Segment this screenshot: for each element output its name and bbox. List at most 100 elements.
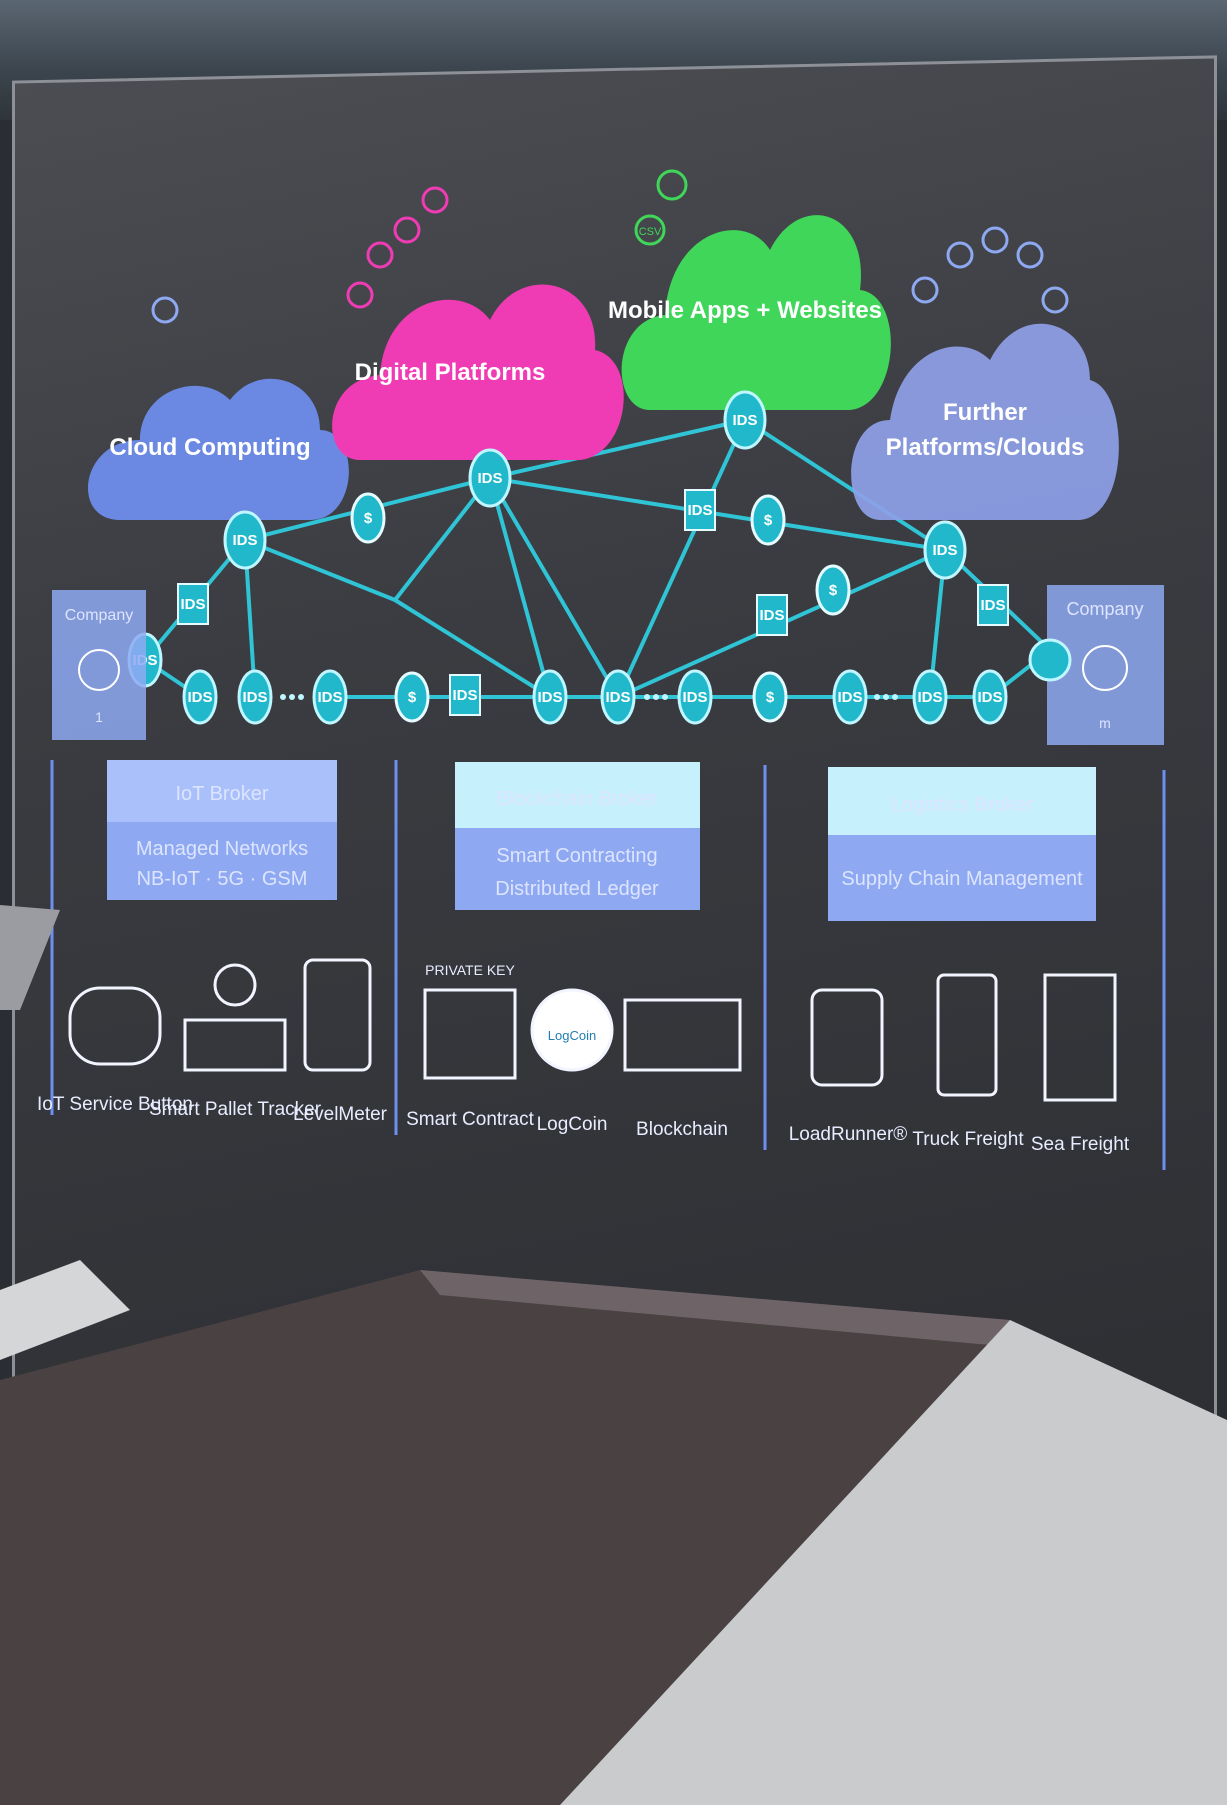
clipboard-icon (1016, 241, 1044, 269)
ids-node: IDS (723, 390, 767, 450)
blockchain-broker: Blockchain Broker Smart Contracting Dist… (455, 762, 700, 910)
cloud-computing-label: Cloud Computing (109, 434, 310, 461)
blockchain-broker-line2: Distributed Ledger (495, 878, 659, 900)
company-left: Company 1 (52, 590, 146, 740)
private-key-label: PRIVATE KEY (425, 962, 515, 978)
box-icon (946, 241, 974, 269)
truck-icon (346, 281, 374, 309)
logistics-broker: Logistics Broker Supply Chain Management (828, 767, 1096, 921)
svg-text:$: $ (829, 582, 838, 599)
ids-node: IDS (532, 669, 568, 725)
caption-logcoin: LogCoin (537, 1114, 608, 1135)
blockchain-broker-title: Blockchain Broker (496, 788, 658, 810)
logistics-broker-line1: Supply Chain Management (841, 868, 1083, 890)
document-node: IDS (756, 594, 788, 636)
ids-node: IDS (312, 669, 348, 725)
mobile-apps-label: Mobile Apps + Websites (608, 297, 882, 324)
user-icon (393, 216, 421, 244)
ids-node: IDS (972, 669, 1008, 725)
blockchain-broker-line1: Smart Contracting (496, 845, 657, 867)
ids-node: IDS (237, 669, 273, 725)
svg-text:IDS: IDS (682, 689, 707, 706)
logcoin-inner-text: LogCoin (548, 1028, 596, 1043)
company-left-label: Company (65, 607, 133, 624)
ids-node: IDS (223, 510, 267, 570)
ids-node: IDS (912, 669, 948, 725)
ids-node: IDS (468, 448, 512, 508)
digital-platforms-label: Digital Platforms (355, 359, 546, 386)
caption-truck-freight: Truck Freight (912, 1129, 1024, 1150)
ids-node: IDS (600, 669, 636, 725)
svg-text:IDS: IDS (932, 542, 957, 559)
svg-text:IDS: IDS (452, 687, 477, 704)
pallet-tracker-icon (183, 1018, 287, 1072)
svg-text:IDS: IDS (187, 689, 212, 706)
caption-sea-freight: Sea Freight (1031, 1134, 1130, 1155)
plane-icon (366, 241, 394, 269)
ids-node: IDS (677, 669, 713, 725)
svg-text:IDS: IDS (242, 689, 267, 706)
caption-loadrunner: LoadRunner® (789, 1124, 908, 1145)
svg-text:IDS: IDS (980, 597, 1005, 614)
tracker-puck-icon (213, 963, 257, 1007)
svg-text:IDS: IDS (917, 689, 942, 706)
svg-text:IDS: IDS (232, 532, 257, 549)
digital-platforms-cloud: Digital Platforms (332, 284, 624, 460)
svg-text:$: $ (364, 510, 373, 527)
coin-node: $ (815, 564, 851, 616)
iot-broker-line1: Managed Networks (136, 838, 308, 860)
photo-scene: Cloud Computing Digital Platforms Mobile… (0, 0, 1227, 1805)
svg-text:$: $ (408, 689, 417, 706)
loadrunner-icon (810, 988, 884, 1087)
caption-blockchain: Blockchain (636, 1119, 728, 1140)
svg-text:$: $ (766, 689, 775, 706)
blockchain-icon (623, 998, 742, 1072)
iot-broker-line2: NB-IoT · 5G · GSM (137, 868, 308, 890)
further-label-line2: Platforms/Clouds (886, 434, 1085, 461)
further-platforms-cloud: Further Platforms/Clouds (851, 323, 1119, 520)
iot-broker-title: IoT Broker (176, 783, 269, 805)
coin-node: $ (394, 671, 430, 723)
svg-text:IDS: IDS (687, 502, 712, 519)
people-icon (421, 186, 449, 214)
ship-icon (1043, 973, 1117, 1102)
cloud-computing-cloud: Cloud Computing (87, 378, 349, 520)
truck-icon-right (911, 276, 939, 304)
company-right-sub: m (1099, 715, 1111, 731)
truck-icon (936, 973, 998, 1097)
document-icon (656, 169, 688, 201)
user-icon-right (981, 226, 1009, 254)
network-diagram: Cloud Computing Digital Platforms Mobile… (0, 169, 1227, 1805)
company-left-sub: 1 (95, 709, 103, 725)
cloud-node (1028, 638, 1072, 682)
logistics-broker-title: Logistics Broker (891, 794, 1034, 816)
smart-contract-icon (423, 988, 517, 1080)
company-right-label: Company (1066, 599, 1143, 619)
svg-text:IDS: IDS (977, 689, 1002, 706)
caption-smart-contract: Smart Contract (406, 1109, 534, 1130)
svg-text:IDS: IDS (317, 689, 342, 706)
svg-text:IDS: IDS (537, 689, 562, 706)
ids-node: IDS (923, 520, 967, 580)
ids-node: IDS (182, 669, 218, 725)
iot-button-icon (68, 986, 162, 1066)
further-label-line1: Further (943, 399, 1027, 426)
document-node: IDS (177, 583, 209, 625)
svg-text:IDS: IDS (732, 412, 757, 429)
document-node: IDS (684, 489, 716, 531)
coin-node: $ (750, 494, 786, 546)
svg-text:IDS: IDS (180, 596, 205, 613)
coin-node: $ (350, 492, 386, 544)
coin-node: $ (752, 671, 788, 723)
cloud-icon (151, 296, 179, 324)
document-node: IDS (977, 584, 1009, 626)
share-icon (1041, 286, 1069, 314)
csv-text: CSV (639, 226, 662, 238)
iot-broker: IoT Broker Managed Networks NB-IoT · 5G … (107, 760, 337, 900)
document-node: IDS (449, 674, 481, 716)
svg-text:IDS: IDS (605, 689, 630, 706)
svg-text:IDS: IDS (759, 607, 784, 624)
level-meter-icon (303, 958, 372, 1072)
svg-text:$: $ (764, 512, 773, 529)
svg-text:IDS: IDS (477, 470, 502, 487)
